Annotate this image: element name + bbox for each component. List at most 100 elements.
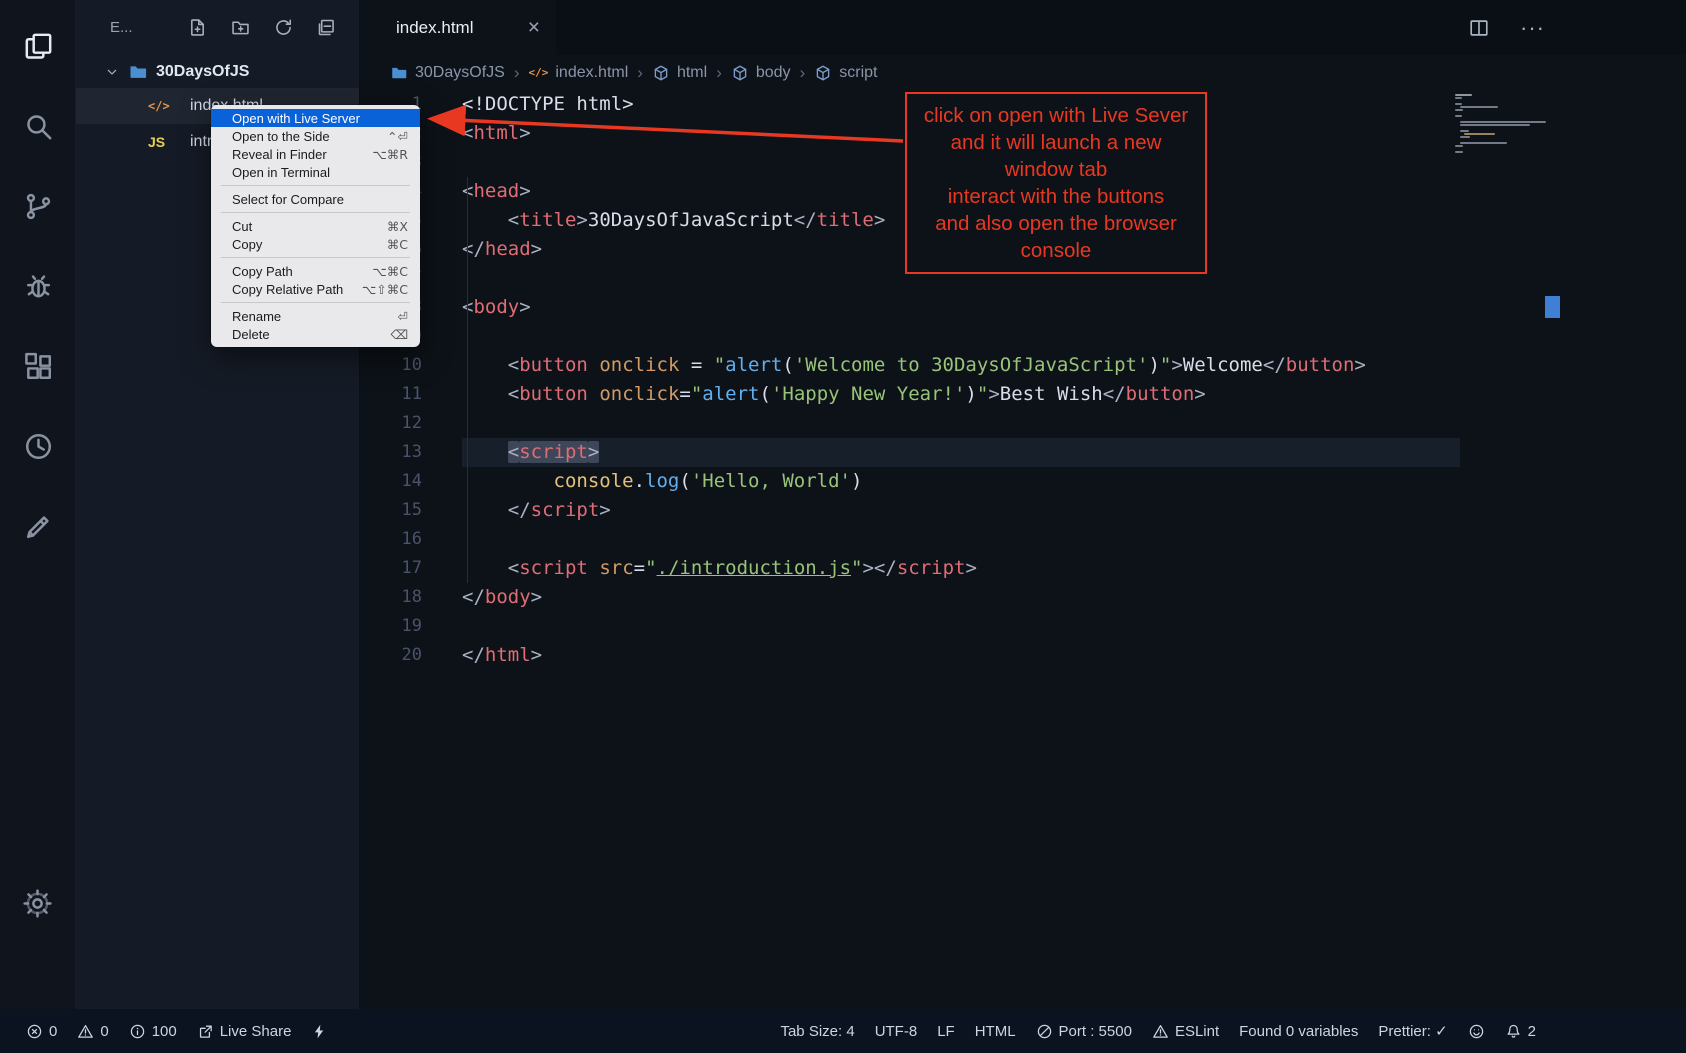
code-line-15[interactable]: 15 </script> — [360, 496, 1686, 525]
menu-item-open-in-terminal[interactable]: Open in Terminal — [211, 163, 420, 181]
breadcrumb-html[interactable]: html — [652, 64, 707, 82]
status-item-smiley[interactable] — [1458, 1009, 1495, 1053]
explorer-header: E... — [76, 0, 359, 55]
code-token — [462, 557, 508, 579]
menu-separator — [221, 185, 410, 186]
status-bar: 0 0 100 Live Share Tab Size: 4 UTF-8 LF HTML Po… — [0, 1009, 1686, 1053]
activity-bar-items — [0, 0, 75, 566]
code-line-12[interactable]: 12 — [360, 409, 1686, 438]
annotation-line: and also open the browser — [911, 210, 1201, 237]
code-line-18[interactable]: 18</body> — [360, 583, 1686, 612]
refresh-icon[interactable] — [273, 17, 294, 38]
minimap-line — [1455, 151, 1463, 153]
bell-icon — [1505, 1023, 1522, 1040]
collapse-all-icon[interactable] — [316, 17, 337, 38]
status-item-live-share[interactable]: Live Share — [187, 1009, 302, 1053]
new-folder-icon[interactable] — [230, 17, 251, 38]
status-item-100[interactable]: 100 — [119, 1009, 187, 1053]
code-line-20[interactable]: 20</html> — [360, 641, 1686, 670]
line-number: 16 — [360, 525, 422, 554]
menu-item-rename[interactable]: Rename⏎ — [211, 307, 420, 325]
folder-icon — [128, 62, 148, 82]
folder-root-row[interactable]: 30DaysOfJS — [76, 55, 359, 88]
tab-index-html[interactable]: index.html × — [360, 0, 556, 55]
code-token: onclick — [599, 383, 679, 405]
more-actions-icon[interactable]: ··· — [1520, 15, 1545, 41]
search-icon[interactable] — [0, 86, 76, 166]
status-item-eslint[interactable]: ESLint — [1142, 1009, 1229, 1053]
history-icon[interactable] — [0, 406, 76, 486]
code-line-16[interactable]: 16 — [360, 525, 1686, 554]
code-token: < — [508, 209, 519, 231]
status-item-utf-8[interactable]: UTF-8 — [865, 1009, 928, 1053]
annotation-line: window tab — [911, 156, 1201, 183]
menu-item-delete[interactable]: Delete⌫ — [211, 325, 420, 343]
code-token: </ — [1263, 354, 1286, 376]
code-text: <!DOCTYPE html> — [462, 90, 634, 119]
code-line-17[interactable]: 17 <script src="./introduction.js"></scr… — [360, 554, 1686, 583]
tab-label: index.html — [396, 18, 473, 38]
new-file-icon[interactable] — [187, 17, 208, 38]
settings-gear-icon[interactable] — [0, 863, 76, 943]
pen-icon[interactable] — [0, 486, 76, 566]
code-line-11[interactable]: 11 <button onclick="alert('Happy New Yea… — [360, 380, 1686, 409]
tab-close-icon[interactable]: × — [528, 17, 540, 38]
status-label: HTML — [975, 1023, 1016, 1040]
status-item-port-5500[interactable]: Port : 5500 — [1026, 1009, 1142, 1053]
code-line-14[interactable]: 14 console.log('Hello, World') — [360, 467, 1686, 496]
activity-bar — [0, 0, 76, 1009]
code-line-13[interactable]: 13 <script> — [360, 438, 1686, 467]
split-editor-icon[interactable] — [1468, 17, 1490, 39]
code-line-19[interactable]: 19 — [360, 612, 1686, 641]
code-token: Best Wish — [1000, 383, 1103, 405]
status-item-lf[interactable]: LF — [927, 1009, 965, 1053]
code-token: " — [1160, 354, 1171, 376]
warning-icon — [1152, 1023, 1169, 1040]
menu-item-copy-relative-path[interactable]: Copy Relative Path⌥⇧⌘C — [211, 280, 420, 298]
menu-item-open-with-live-server[interactable]: Open with Live Server — [211, 109, 420, 127]
breadcrumb-30daysofjs[interactable]: 30DaysOfJS — [390, 64, 505, 82]
status-item-2[interactable]: 2 — [1495, 1009, 1546, 1053]
menu-item-reveal-in-finder[interactable]: Reveal in Finder⌥⌘R — [211, 145, 420, 163]
html-file-icon: </> — [148, 99, 178, 113]
code-token: onclick — [599, 354, 679, 376]
minimap[interactable] — [1455, 94, 1547, 154]
status-item-0[interactable]: 0 — [67, 1009, 118, 1053]
vscode-window: E... 30DaysOfJS </>index.htmlJSintroduct… — [0, 0, 1686, 1053]
menu-item-copy[interactable]: Copy⌘C — [211, 235, 420, 253]
status-label: UTF-8 — [875, 1023, 918, 1040]
code-line-8[interactable]: 8<body> — [360, 293, 1686, 322]
menu-item-label: Cut — [232, 219, 252, 234]
breadcrumb-body[interactable]: body — [731, 64, 791, 82]
explorer-icon[interactable] — [0, 6, 76, 86]
menu-item-copy-path[interactable]: Copy Path⌥⌘C — [211, 262, 420, 280]
status-item-zap[interactable] — [301, 1009, 338, 1053]
status-item-0[interactable]: 0 — [16, 1009, 67, 1053]
code-text: <script> — [462, 438, 599, 467]
code-token: > — [965, 557, 976, 579]
code-line-10[interactable]: 10 <button onclick = "alert('Welcome to … — [360, 351, 1686, 380]
breadcrumb-index-html[interactable]: </>index.html — [528, 64, 628, 82]
menu-item-open-to-the-side[interactable]: Open to the Side⌃⏎ — [211, 127, 420, 145]
source-control-icon[interactable] — [0, 166, 76, 246]
code-token — [588, 383, 599, 405]
menu-item-cut[interactable]: Cut⌘X — [211, 217, 420, 235]
status-label: 0 — [100, 1023, 108, 1040]
code-token: script — [519, 441, 588, 463]
code-token: = — [634, 557, 645, 579]
line-number: 14 — [360, 467, 422, 496]
annotation-box: click on open with Live Severand it will… — [905, 92, 1207, 274]
status-item-prettier[interactable]: Prettier: ✓ — [1368, 1009, 1457, 1053]
code-token: > — [588, 441, 599, 463]
breadcrumb-script[interactable]: script — [814, 64, 877, 82]
menu-item-select-for-compare[interactable]: Select for Compare — [211, 190, 420, 208]
status-label: Live Share — [220, 1023, 292, 1040]
code-token: = — [679, 383, 690, 405]
status-item-html[interactable]: HTML — [965, 1009, 1026, 1053]
status-item-found-0-variables[interactable]: Found 0 variables — [1229, 1009, 1368, 1053]
debug-icon[interactable] — [0, 246, 76, 326]
status-item-tab-size-4[interactable]: Tab Size: 4 — [770, 1009, 864, 1053]
extensions-icon[interactable] — [0, 326, 76, 406]
context-menu: Open with Live ServerOpen to the Side⌃⏎R… — [211, 105, 420, 347]
code-line-9[interactable]: 9 — [360, 322, 1686, 351]
